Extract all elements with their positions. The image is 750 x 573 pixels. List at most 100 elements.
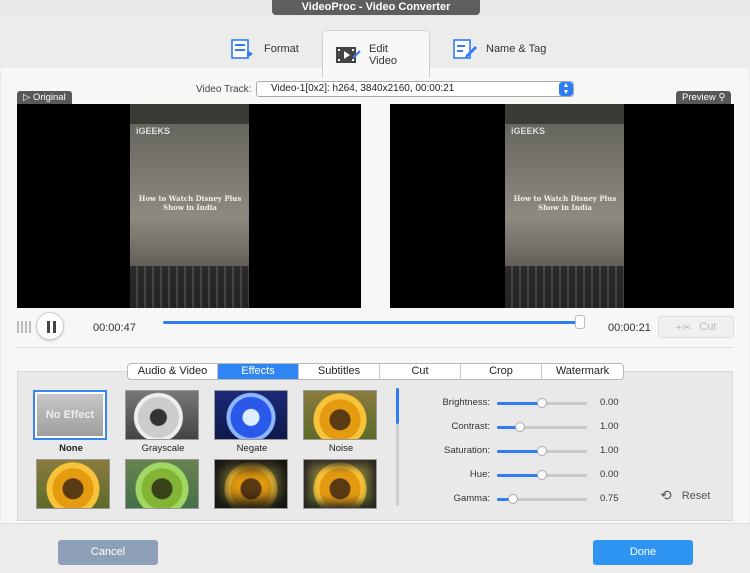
- effect-grayscale-label: Grayscale: [141, 443, 185, 454]
- preview-tag[interactable]: Preview ⚲: [676, 91, 732, 105]
- slider-fill: [497, 474, 542, 477]
- tab-subtitles[interactable]: Subtitles: [299, 364, 380, 379]
- done-button[interactable]: Done: [593, 540, 693, 565]
- tab-edit-video-label: Edit Video: [369, 42, 397, 67]
- reset-button[interactable]: ⟲ Reset: [660, 487, 710, 504]
- gamma-value: 0.75: [600, 493, 619, 504]
- slider-knob[interactable]: [537, 398, 547, 408]
- edit-tabs: Audio & Video Effects Subtitles Cut Crop…: [127, 363, 624, 380]
- chevron-updown-icon: ▲ ▼: [559, 82, 573, 96]
- browser-bar: [130, 104, 249, 124]
- effect-negate[interactable]: Negate: [214, 390, 290, 454]
- effect-grayscale-thumb: [125, 390, 199, 440]
- slider-hue[interactable]: Hue: 0.00: [430, 469, 619, 480]
- article-title: How to Watch Disney Plus Show in India: [138, 194, 242, 212]
- contrast-label: Contrast:: [451, 421, 490, 432]
- effect-noise[interactable]: Noise: [303, 390, 379, 454]
- sunflower-thumb: [36, 459, 110, 509]
- tab-name-tag-label: Name & Tag: [486, 43, 547, 55]
- original-tag: ▷ Original: [17, 91, 72, 105]
- effect-grayscale[interactable]: Grayscale: [125, 390, 201, 454]
- brightness-label: Brightness:: [442, 397, 490, 408]
- brightness-value: 0.00: [600, 397, 619, 408]
- video-track-value: Video-1[0x2]: h264, 3840x2160, 00:00:21: [271, 83, 455, 94]
- slider-contrast[interactable]: Contrast: 1.00: [430, 421, 619, 432]
- tab-audio-video[interactable]: Audio & Video: [128, 364, 218, 379]
- tab-edit-video[interactable]: Edit Video: [322, 30, 430, 78]
- play-triangle-icon: ▷: [23, 92, 33, 103]
- site-logo: iGEEKS: [136, 126, 171, 136]
- window-title: VideoProc - Video Converter: [272, 0, 480, 15]
- contrast-track[interactable]: [497, 422, 587, 432]
- preview-label: Preview: [682, 92, 716, 103]
- cancel-button[interactable]: Cancel: [58, 540, 158, 565]
- original-video[interactable]: iGEEKS How to Watch Disney Plus Show in …: [17, 104, 361, 308]
- preview-video[interactable]: iGEEKS How to Watch Disney Plus Show in …: [390, 104, 734, 308]
- hue-label: Hue:: [469, 469, 490, 480]
- slider-knob[interactable]: [514, 422, 525, 432]
- reset-label: Reset: [681, 489, 711, 502]
- name-tag-icon: [452, 38, 478, 60]
- effect-thumb[interactable]: [303, 459, 379, 509]
- saturation-label: Saturation:: [444, 445, 490, 456]
- brightness-track[interactable]: [497, 398, 587, 408]
- slider-fill: [497, 450, 542, 453]
- hue-value: 0.00: [600, 469, 619, 480]
- tab-cut[interactable]: Cut: [380, 364, 461, 379]
- video-track-select[interactable]: Video-1[0x2]: h264, 3840x2160, 00:00:21 …: [256, 81, 574, 97]
- format-icon: [230, 38, 256, 60]
- pause-icon: [47, 321, 50, 333]
- article-title: How to Watch Disney Plus Show in India: [513, 194, 617, 212]
- tab-effects[interactable]: Effects: [218, 364, 299, 379]
- gamma-track[interactable]: [497, 494, 587, 504]
- effect-negate-label: Negate: [236, 443, 268, 454]
- progress-track[interactable]: [163, 321, 580, 324]
- effect-negate-thumb: [214, 390, 288, 440]
- edit-video-icon: [335, 44, 361, 66]
- tab-format-label: Format: [264, 43, 299, 55]
- gamma-label: Gamma:: [453, 493, 490, 504]
- end-time: 00:00:21: [608, 322, 651, 334]
- slider-knob[interactable]: [537, 470, 547, 480]
- effect-none-label: None: [59, 443, 83, 454]
- video-frame: iGEEKS How to Watch Disney Plus Show in …: [505, 104, 624, 308]
- hue-track[interactable]: [497, 470, 587, 480]
- current-time: 00:00:47: [93, 322, 136, 334]
- effect-thumb[interactable]: [125, 459, 201, 509]
- effect-thumb[interactable]: [214, 459, 290, 509]
- effects-scroll-thumb[interactable]: [396, 388, 399, 424]
- saturation-value: 1.00: [600, 445, 619, 456]
- slider-fill: [497, 402, 542, 405]
- slider-saturation[interactable]: Saturation: 1.00: [430, 445, 619, 456]
- divider: [17, 347, 733, 348]
- original-label: Original: [32, 92, 66, 103]
- effect-thumb[interactable]: [36, 459, 112, 509]
- keyboard-image: [505, 266, 624, 308]
- video-track-label: Video Track:: [196, 84, 252, 95]
- effect-none[interactable]: No Effect None: [33, 390, 109, 454]
- browser-bar: [505, 104, 624, 124]
- cut-button[interactable]: +✂ Cut: [658, 316, 734, 338]
- sunflower-thumb: [303, 459, 377, 509]
- slider-knob[interactable]: [537, 446, 547, 456]
- cut-label: Cut: [699, 321, 717, 333]
- tab-watermark[interactable]: Watermark: [542, 364, 623, 379]
- video-frame: iGEEKS How to Watch Disney Plus Show in …: [130, 104, 249, 308]
- site-logo: iGEEKS: [511, 126, 546, 136]
- sunflower-thumb: [214, 459, 288, 509]
- effect-none-thumb: No Effect: [33, 390, 107, 440]
- magnifier-icon: ⚲: [718, 92, 726, 103]
- grip-icon: [17, 321, 31, 333]
- tab-name-tag[interactable]: Name & Tag: [452, 30, 546, 68]
- slider-brightness[interactable]: Brightness: 0.00: [430, 397, 619, 408]
- effect-noise-label: Noise: [328, 443, 354, 454]
- reset-icon: ⟲: [660, 487, 672, 503]
- progress-thumb[interactable]: [574, 315, 585, 329]
- pause-button[interactable]: [36, 312, 64, 340]
- keyboard-image: [130, 266, 249, 308]
- slider-gamma[interactable]: Gamma: 0.75: [430, 493, 619, 504]
- effect-noise-thumb: [303, 390, 377, 440]
- saturation-track[interactable]: [497, 446, 587, 456]
- tab-crop[interactable]: Crop: [461, 364, 542, 379]
- tab-format[interactable]: Format: [230, 30, 299, 68]
